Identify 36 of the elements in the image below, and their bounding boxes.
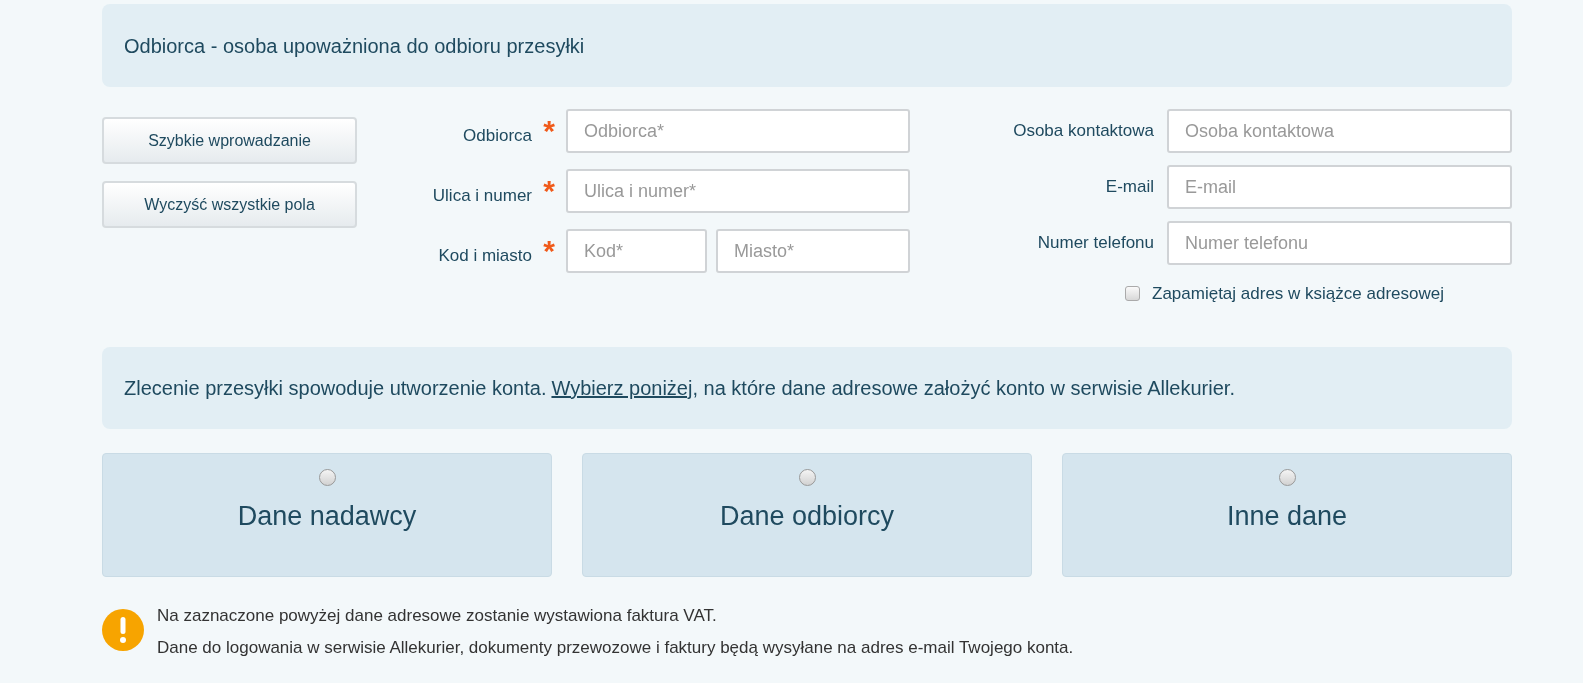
radio-button[interactable] — [1278, 469, 1296, 486]
notice-text: Dane do logowania w serwisie Allekurier, dokumenty przewozowe i faktury będą wysyłane na adres e-mail Twojego konta. — [157, 636, 1074, 659]
banner-text: , na które dane adresowe założyć konto w serwisie Allekurier. — [692, 376, 1235, 401]
radio-button[interactable] — [318, 469, 336, 486]
address-option-card[interactable]: Inne dane — [1062, 453, 1512, 577]
field-label: Ulica i numer — [431, 185, 532, 208]
required-mark: * — [543, 176, 555, 206]
checkbox-label: Zapamiętaj adres w książce adresowej — [1152, 283, 1444, 305]
text-input[interactable]: Ulica i numer* — [566, 169, 910, 213]
required-mark: * — [543, 116, 555, 146]
field-label: Numer telefonu — [1036, 232, 1155, 255]
field-label: E-mail — [1104, 176, 1155, 199]
notice-text: Na zaznaczone powyżej dane adresowe zostanie wystawiona faktura VAT. — [157, 605, 718, 627]
text-input[interactable]: Numer telefonu — [1167, 221, 1512, 265]
text-input[interactable]: Odbiorca* — [566, 109, 910, 153]
section-header: Odbiorca - osoba upoważniona do odbioru przesyłki — [102, 4, 1512, 87]
checkbox[interactable] — [1125, 286, 1140, 302]
address-option-card[interactable]: Dane odbiorcy — [582, 453, 1032, 577]
field-label: Odbiorca — [462, 125, 532, 148]
option-label: Dane odbiorcy — [719, 500, 895, 533]
banner-text: Zlecenie przesyłki spowoduje utworzenie konta. — [124, 376, 547, 401]
field-label: Kod i miasto — [437, 245, 532, 268]
choose-below-link[interactable]: Wybierz poniżej — [551, 373, 693, 403]
option-label: Dane nadawcy — [237, 500, 417, 533]
field-label: Osoba kontaktowa — [1012, 120, 1155, 143]
address-option-card[interactable]: Dane nadawcy — [102, 453, 552, 577]
text-input[interactable]: Miasto* — [716, 229, 910, 273]
text-input[interactable]: Osoba kontaktowa — [1167, 109, 1512, 153]
text-input[interactable]: Kod* — [566, 229, 707, 273]
form-button[interactable]: Szybkie wprowadzanie — [102, 117, 357, 164]
warning-icon — [102, 609, 144, 651]
radio-button[interactable] — [798, 469, 816, 486]
required-mark: * — [543, 236, 555, 266]
form-button[interactable]: Wyczyść wszystkie pola — [102, 181, 357, 228]
option-label: Inne dane — [1226, 500, 1348, 533]
text-input[interactable]: E-mail — [1167, 165, 1512, 209]
